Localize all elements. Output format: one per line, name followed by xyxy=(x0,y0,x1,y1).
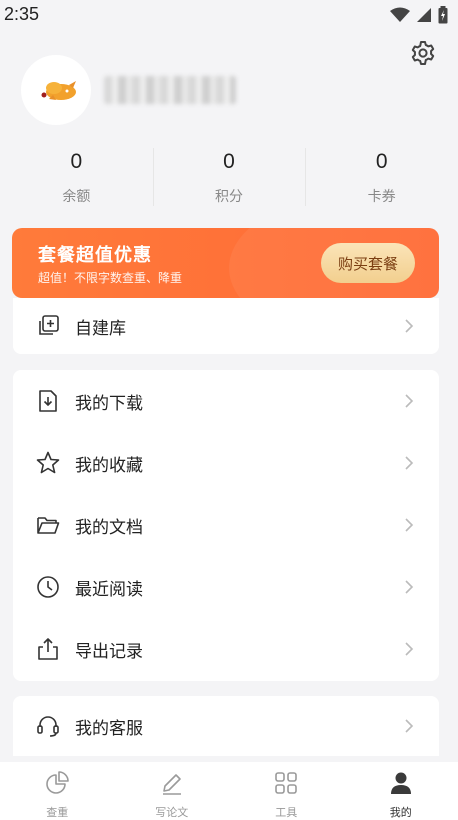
chevron-right-icon xyxy=(405,456,414,470)
bottom-nav: 查重 写论文 工具 我的 xyxy=(0,762,458,820)
menu-item-favorites[interactable]: 我的收藏 xyxy=(13,432,439,494)
chevron-right-icon xyxy=(405,719,414,733)
menu-item-label: 我的文档 xyxy=(75,517,143,538)
menu-item-downloads[interactable]: 我的下载 xyxy=(13,370,439,432)
chevron-right-icon xyxy=(405,642,414,656)
status-time: 2:35 xyxy=(4,4,40,24)
menu-item-label: 导出记录 xyxy=(75,641,143,662)
menu-item-customer-service[interactable]: 我的客服 xyxy=(13,696,439,756)
signal-icon xyxy=(417,8,431,22)
nav-tab-tools[interactable]: 工具 xyxy=(229,762,344,820)
mascot-image xyxy=(41,81,76,100)
stat-coupons[interactable]: 0 卡券 xyxy=(305,140,458,215)
status-bar: 2:35 xyxy=(0,0,458,30)
menu-item-documents[interactable]: 我的文档 xyxy=(13,494,439,556)
avatar[interactable] xyxy=(21,55,91,125)
nav-tab-mine[interactable]: 我的 xyxy=(344,762,458,820)
stat-label: 余额 xyxy=(62,189,91,205)
stat-value: 0 xyxy=(70,150,83,173)
status-icons xyxy=(390,6,448,24)
clock-icon xyxy=(37,576,59,598)
stat-label: 积分 xyxy=(215,189,243,205)
nav-label: 工具 xyxy=(275,806,298,819)
nav-label: 查重 xyxy=(46,806,69,819)
wifi-icon xyxy=(390,7,410,22)
promo-subtitle: 超值！不限字数查重、降重 xyxy=(38,271,183,285)
account-stats: 0 余额 0 积分 0 卡券 xyxy=(0,140,458,215)
nav-tab-write-paper[interactable]: 写论文 xyxy=(115,762,230,820)
menu-card-support: 我的客服 xyxy=(13,696,439,756)
menu-card-library: 自建库 xyxy=(13,298,439,354)
add-library-icon xyxy=(39,315,59,335)
chevron-right-icon xyxy=(405,394,414,408)
promo-banner[interactable]: 套餐超值优惠 超值！不限字数查重、降重 购买套餐 xyxy=(12,228,439,298)
battery-icon xyxy=(438,6,448,24)
menu-item-self-library[interactable]: 自建库 xyxy=(13,298,439,354)
pen-icon xyxy=(162,774,181,795)
headset-icon xyxy=(37,716,59,737)
chevron-right-icon xyxy=(405,319,414,333)
menu-item-export-records[interactable]: 导出记录 xyxy=(13,618,439,680)
pie-chart-icon xyxy=(46,771,70,794)
download-file-icon xyxy=(39,390,57,412)
promo-title: 套餐超值优惠 xyxy=(38,245,152,266)
menu-item-label: 最近阅读 xyxy=(75,579,143,600)
stat-value: 0 xyxy=(375,150,388,173)
username-blurred xyxy=(104,76,236,104)
stat-label: 卡券 xyxy=(367,189,396,205)
chevron-right-icon xyxy=(405,580,414,594)
stat-points[interactable]: 0 积分 xyxy=(152,140,306,215)
nav-label: 写论文 xyxy=(155,806,189,819)
chevron-right-icon xyxy=(405,518,414,532)
settings-gear-icon[interactable] xyxy=(408,38,438,68)
menu-card-main: 我的下载 我的收藏 我的文档 最近阅读 导出记录 xyxy=(13,370,439,681)
person-icon xyxy=(390,772,411,794)
menu-item-recent-reading[interactable]: 最近阅读 xyxy=(13,556,439,618)
star-icon xyxy=(36,451,60,474)
menu-item-label: 我的收藏 xyxy=(75,455,143,476)
menu-item-label: 我的下载 xyxy=(75,393,143,414)
grid-icon xyxy=(275,772,298,794)
export-icon xyxy=(38,638,58,660)
nav-tab-check[interactable]: 查重 xyxy=(0,762,115,820)
buy-package-button[interactable]: 购买套餐 xyxy=(321,243,415,283)
nav-label: 我的 xyxy=(389,806,412,819)
stat-balance[interactable]: 0 余额 xyxy=(0,140,153,215)
menu-item-label: 自建库 xyxy=(75,318,126,339)
folder-icon xyxy=(37,517,60,534)
stat-value: 0 xyxy=(223,150,235,173)
menu-item-label: 我的客服 xyxy=(75,718,143,739)
